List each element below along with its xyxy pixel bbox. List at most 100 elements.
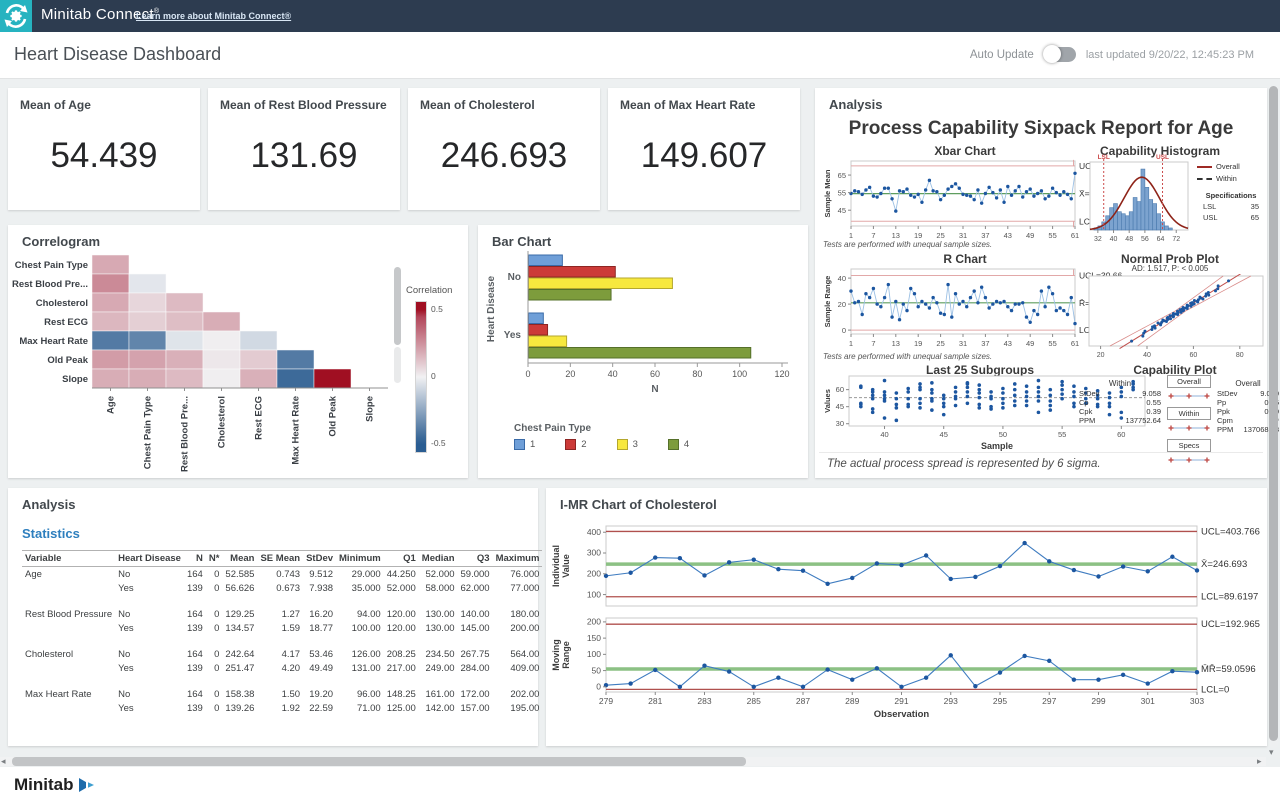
svg-text:19: 19: [914, 339, 922, 348]
svg-text:281: 281: [648, 696, 662, 706]
svg-text:Yes: Yes: [504, 330, 522, 341]
correlation-colorbar: [415, 301, 427, 453]
table-row: Max Heart RateNo1640158.381.5019.2096.00…: [22, 687, 542, 701]
svg-text:Chest Pain Type: Chest Pain Type: [15, 260, 88, 271]
table-row: CholesterolNo1640242.644.1753.46126.0020…: [22, 647, 542, 661]
kpi-label: Mean of Cholesterol: [420, 98, 535, 112]
kpi-value: 246.693: [408, 136, 600, 176]
svg-text:40: 40: [608, 369, 618, 379]
svg-text:297: 297: [1042, 696, 1056, 706]
colorbar-tick: -0.5: [431, 438, 446, 448]
scroll-left-arrow-icon[interactable]: ◂: [1, 756, 6, 767]
svg-text:289: 289: [845, 696, 859, 706]
within-line-swatch: [1197, 178, 1212, 180]
bar-chart-panel: Bar Chart NoYes020406080100120NHeart Dis…: [478, 225, 808, 478]
svg-text:Range: Range: [561, 641, 571, 669]
kpi-label: Mean of Rest Blood Pressure: [220, 98, 387, 112]
kpi-card-mean-rest-bp: Mean of Rest Blood Pressure 131.69: [208, 88, 400, 210]
kpi-value: 54.439: [8, 136, 200, 176]
svg-text:55: 55: [1048, 231, 1056, 240]
svg-text:19: 19: [914, 231, 922, 240]
svg-text:20: 20: [565, 369, 575, 379]
svg-text:285: 285: [747, 696, 761, 706]
bar-legend-item: 2: [565, 439, 586, 450]
kpi-card-mean-age: Mean of Age 54.439: [8, 88, 200, 210]
learn-more-link[interactable]: Learn more about Minitab Connect®: [136, 11, 291, 21]
r-chart-footnote: Tests are performed with unequal sample …: [823, 352, 992, 361]
vertical-scrollbar-thumb[interactable]: [1269, 86, 1278, 741]
horizontal-scrollbar-thumb[interactable]: [12, 757, 746, 766]
overall-line-swatch: [1197, 166, 1212, 168]
page-footer: Minitab: [0, 767, 1280, 802]
scroll-right-arrow-icon[interactable]: ▸: [1257, 756, 1262, 767]
correlogram-scrollbar-track[interactable]: [394, 347, 401, 383]
svg-text:64: 64: [1157, 236, 1165, 243]
kpi-card-mean-max-hr: Mean of Max Heart Rate 149.607: [608, 88, 800, 210]
svg-text:301: 301: [1141, 696, 1155, 706]
svg-text:N: N: [651, 384, 658, 395]
divider: [819, 452, 1263, 453]
svg-text:37: 37: [981, 339, 989, 348]
svg-text:150: 150: [587, 633, 601, 643]
correlogram-heatmap: Chest Pain Type Rest Blood Pre... Choleste…: [10, 251, 402, 480]
minitab-chevron-icon: [78, 777, 98, 793]
statistics-heading[interactable]: Statistics: [22, 526, 80, 541]
vertical-scrollbar[interactable]: [1269, 86, 1278, 748]
svg-text:45: 45: [836, 402, 844, 411]
kpi-value: 131.69: [208, 136, 400, 176]
correlogram-scrollbar-thumb[interactable]: [394, 267, 401, 345]
svg-text:Max Heart Rate: Max Heart Rate: [291, 396, 302, 465]
colorbar-tick: 0.5: [431, 304, 443, 314]
spec-usl-row: USL65: [1197, 213, 1265, 222]
capability-boxes: OverallWithinSpecs: [1167, 375, 1211, 471]
app-root: Minitab Connect® Learn more about Minita…: [0, 0, 1280, 802]
svg-text:Rest Blood Pre...: Rest Blood Pre...: [12, 279, 88, 290]
correlogram-panel: Correlogram Chest Pain Type Rest Blood Pr…: [8, 225, 468, 478]
horizontal-scrollbar[interactable]: [0, 757, 1266, 766]
svg-text:65: 65: [838, 171, 846, 180]
svg-text:43: 43: [1004, 339, 1012, 348]
last-updated-text: last updated 9/20/22, 12:45:23 PM: [1086, 49, 1254, 61]
table-row: Yes1390251.474.2049.49131.00217.00249.00…: [22, 661, 542, 675]
stats-panel-title: Analysis: [22, 497, 75, 512]
svg-text:Observation: Observation: [874, 709, 930, 720]
sixpack-analysis-panel: Analysis Process Capability Sixpack Repo…: [815, 88, 1267, 478]
table-row: Rest Blood PressureNo1640129.251.2716.20…: [22, 607, 542, 621]
correlation-legend-title: Correlation: [406, 285, 452, 296]
svg-text:56: 56: [1141, 236, 1149, 243]
svg-text:0: 0: [525, 369, 530, 379]
svg-text:40: 40: [1143, 352, 1151, 359]
footer-brand-text: Minitab: [14, 775, 74, 795]
svg-text:43: 43: [1004, 231, 1012, 240]
svg-text:Cholesterol: Cholesterol: [36, 298, 88, 309]
svg-text:LCL=0: LCL=0: [1201, 684, 1229, 695]
svg-text:49: 49: [1026, 339, 1034, 348]
normal-prob-plot: 20406080: [1085, 274, 1267, 371]
svg-text:100: 100: [732, 369, 747, 379]
scroll-down-arrow-icon[interactable]: ▾: [1269, 747, 1274, 758]
svg-text:287: 287: [796, 696, 810, 706]
svg-text:300: 300: [587, 548, 601, 558]
table-row: Yes1390134.571.5918.77100.00120.00130.00…: [22, 621, 542, 635]
svg-text:Values: Values: [823, 389, 832, 413]
toggle-knob[interactable]: [1043, 45, 1061, 63]
svg-text:200: 200: [587, 617, 601, 627]
svg-text:Heart Disease: Heart Disease: [486, 275, 497, 342]
svg-text:13: 13: [892, 231, 900, 240]
auto-update-label: Auto Update: [970, 49, 1034, 61]
auto-update-toggle[interactable]: [1044, 47, 1076, 62]
svg-text:40: 40: [880, 430, 888, 439]
svg-text:Cholesterol: Cholesterol: [217, 396, 228, 448]
sixpack-report-title: Process Capability Sixpack Report for Ag…: [815, 118, 1267, 140]
svg-text:49: 49: [1026, 231, 1034, 240]
svg-text:LSL: LSL: [1098, 154, 1110, 161]
correlogram-title: Correlogram: [22, 234, 100, 249]
page-header: Heart Disease Dashboard Auto Update last…: [0, 32, 1280, 79]
svg-text:60: 60: [836, 385, 844, 394]
svg-text:UCL=192.965: UCL=192.965: [1201, 619, 1260, 630]
moving-range-chart: 0501001502002792812832852872892912932952…: [550, 614, 1263, 737]
imr-panel: I-MR Chart of Cholesterol 100200300400In…: [546, 488, 1267, 746]
svg-text:0: 0: [842, 326, 846, 335]
svg-text:Old Peak: Old Peak: [47, 355, 88, 366]
header-controls: Auto Update last updated 9/20/22, 12:45:…: [970, 47, 1254, 62]
